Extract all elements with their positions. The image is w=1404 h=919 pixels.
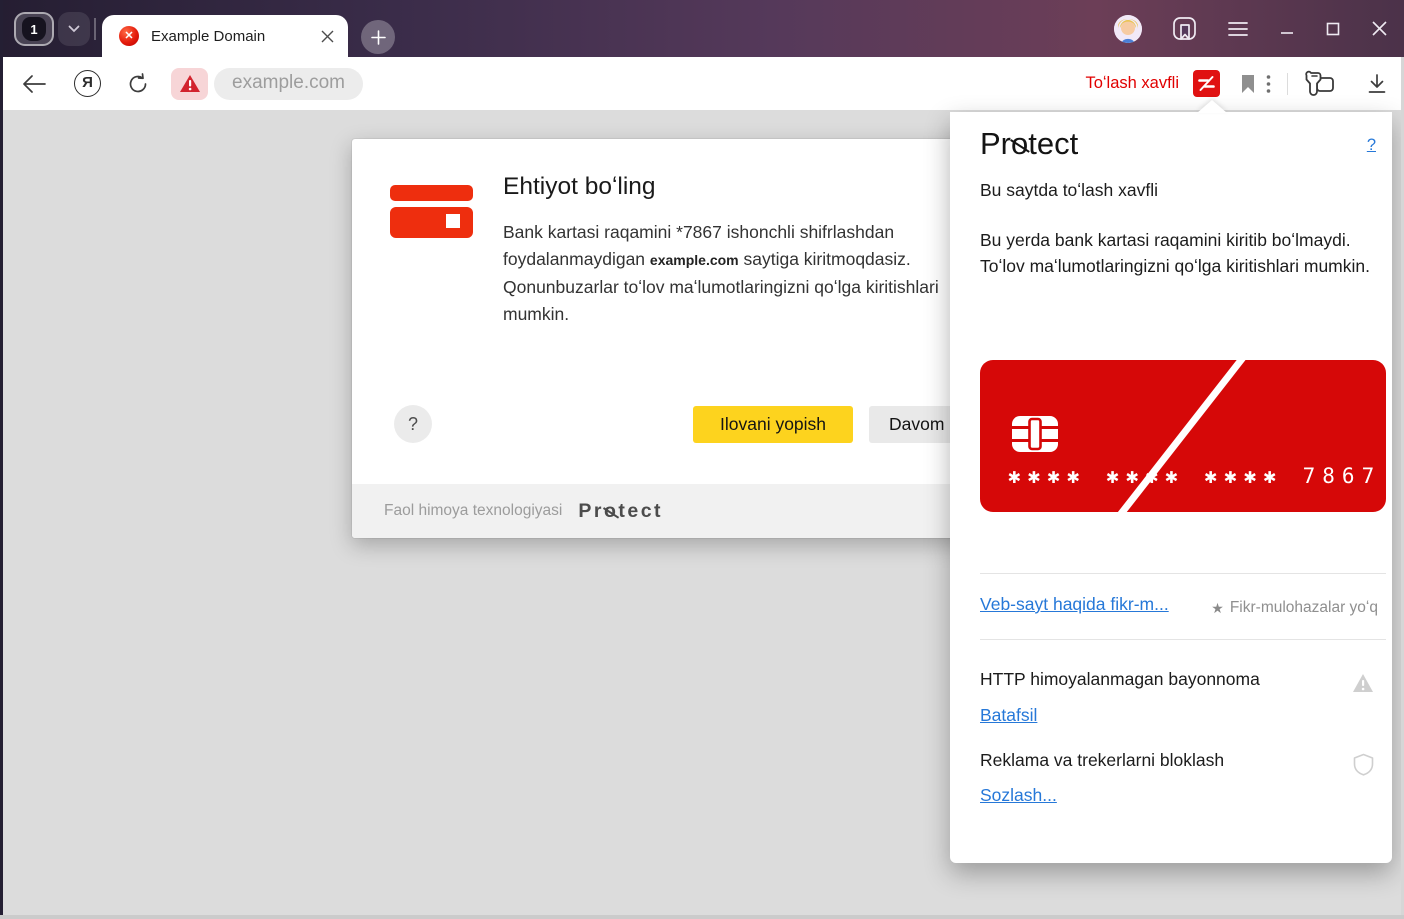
http-details-link[interactable]: Batafsil [980, 705, 1037, 726]
vertical-dots-icon [1266, 74, 1271, 94]
minimize-icon [1279, 21, 1295, 37]
menu-button[interactable] [1227, 21, 1249, 37]
downloads-button[interactable] [1366, 73, 1388, 95]
sidebar-toggle-button[interactable] [1172, 16, 1197, 41]
profile-avatar[interactable] [1114, 15, 1142, 43]
dialog-domain: example.com [650, 252, 739, 268]
titlebar: 1 ✕ Example Domain [0, 0, 1404, 57]
close-app-button[interactable]: Ilovani yopish [693, 406, 853, 443]
browser-window: 1 ✕ Example Domain [0, 0, 1404, 919]
titlebar-separator [94, 18, 96, 40]
new-tab-button[interactable] [361, 20, 395, 54]
tab-close-button[interactable] [321, 30, 334, 43]
divider [980, 573, 1386, 574]
tab-group-chip: 1 [14, 12, 90, 46]
protect-panel-button[interactable] [1193, 70, 1220, 97]
http-report-title: HTTP himoyalanmagan bayonnoma [980, 669, 1260, 690]
back-button[interactable] [22, 75, 46, 93]
yandex-logo-letter: Я [82, 74, 93, 91]
maximize-icon [1325, 21, 1341, 37]
address-url: example.com [232, 72, 345, 94]
panel-subtitle: Bu saytda toʻlash xavfli [980, 180, 1158, 201]
avatar-icon [1114, 15, 1142, 43]
dialog-title: Ehtiyot boʻling [503, 173, 656, 201]
address-bar-more-button[interactable] [1266, 74, 1271, 94]
close-icon [321, 30, 334, 43]
sidebar-bookmark-icon [1172, 16, 1197, 41]
close-icon [1371, 20, 1388, 37]
maximize-button[interactable] [1325, 21, 1341, 37]
window-edge-bottom [0, 915, 1404, 919]
divider [980, 639, 1386, 640]
tab-group-count-button[interactable]: 1 [14, 12, 54, 46]
review-status: ★ Fikr-mulohazalar yoʻq [1211, 599, 1378, 617]
protect-blocked-card-icon [1197, 74, 1216, 93]
http-warning-icon [1352, 673, 1374, 698]
warning-triangle-icon [179, 74, 201, 93]
bookmark-button[interactable] [1240, 74, 1256, 94]
window-edge-left [0, 0, 3, 919]
back-arrow-icon [22, 75, 46, 93]
bank-card-icon [390, 185, 473, 238]
panel-title-logo: Protect [980, 126, 1078, 162]
bookmark-icon [1240, 74, 1256, 94]
chevron-down-icon [68, 25, 80, 33]
address-bar[interactable]: example.com [214, 68, 363, 100]
toolbar: Я example.com Toʻlash xavfli [0, 57, 1404, 110]
card-chip-icon [1012, 416, 1058, 452]
star-icon: ★ [1211, 600, 1224, 617]
ad-block-title: Reklama va trekerlarni bloklash [980, 750, 1224, 771]
tab-title: Example Domain [151, 28, 265, 45]
dialog-footer: Faol himoya texnologiyasi Protect [352, 484, 992, 538]
panel-caret [1197, 100, 1227, 113]
tab-example-domain[interactable]: ✕ Example Domain [102, 15, 348, 57]
minimize-button[interactable] [1279, 21, 1295, 37]
hamburger-icon [1227, 21, 1249, 37]
protect-warning-label: Toʻlash xavfli [1085, 74, 1179, 93]
download-icon [1366, 73, 1388, 95]
protect-panel: Protect ? Bu saytda toʻlash xavfli Bu ye… [950, 112, 1392, 863]
tags-icon [1304, 70, 1336, 98]
card-slash-line [1109, 342, 1256, 528]
protect-warning-dialog: Ehtiyot boʻling Bank kartasi raqamini *7… [352, 139, 992, 538]
site-danger-badge[interactable] [171, 68, 208, 100]
refresh-icon [127, 73, 149, 95]
panel-help-link[interactable]: ? [1367, 136, 1376, 155]
refresh-button[interactable] [127, 73, 149, 95]
dialog-help-button[interactable]: ? [394, 405, 432, 443]
ad-block-settings-link[interactable]: Sozlash... [980, 785, 1057, 806]
tab-count-badge: 1 [22, 17, 46, 41]
shield-icon [1353, 753, 1374, 781]
close-window-button[interactable] [1371, 20, 1388, 37]
footer-tagline: Faol himoya texnologiyasi [384, 502, 562, 520]
tab-group-dropdown-button[interactable] [58, 12, 90, 46]
blocked-card-graphic: ✱✱✱✱ ✱✱✱✱ ✱✱✱✱ 7867 [980, 360, 1386, 512]
extensions-button[interactable] [1304, 70, 1336, 98]
protect-logo: Protect [578, 500, 663, 523]
plus-icon [371, 30, 386, 45]
site-review-link[interactable]: Veb-sayt haqida fikr-m... [980, 594, 1169, 615]
masked-card-number: ✱✱✱✱ ✱✱✱✱ ✱✱✱✱ 7867 [1008, 464, 1381, 488]
dialog-body-text: Bank kartasi raqamini *7867 ishonchli sh… [503, 219, 981, 328]
titlebar-controls [1114, 0, 1388, 57]
toolbar-separator [1287, 73, 1288, 95]
yandex-logo-button[interactable]: Я [74, 70, 101, 97]
tab-error-favicon-icon: ✕ [119, 26, 139, 46]
panel-description: Bu yerda bank kartasi raqamini kiritib b… [980, 228, 1392, 279]
